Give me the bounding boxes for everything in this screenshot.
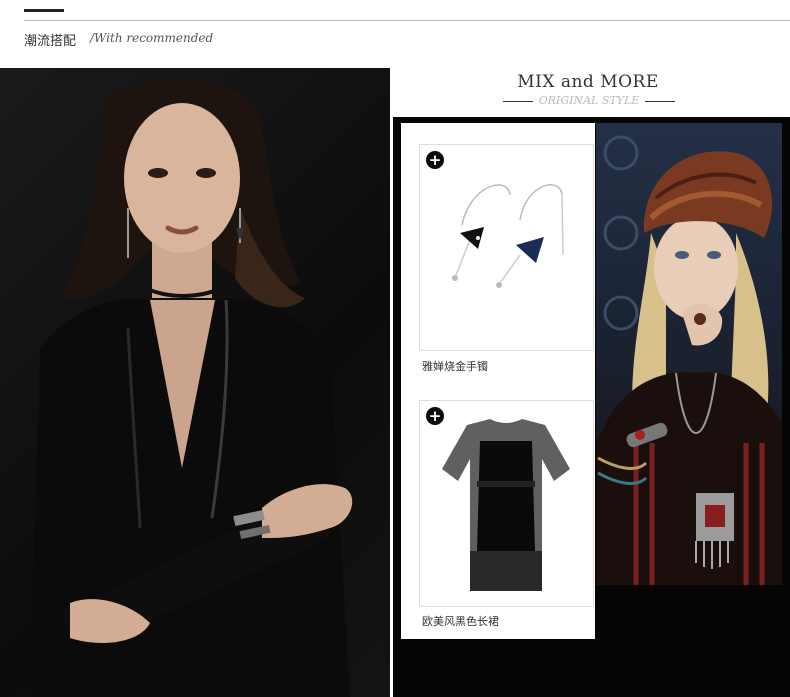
product-label-earrings[interactable]: 雅婵烧金手镯 bbox=[422, 358, 488, 374]
earrings-image bbox=[452, 184, 564, 288]
product-card-earrings[interactable]: + bbox=[419, 144, 594, 351]
subtitle-text: ORIGINAL STYLE bbox=[538, 94, 640, 107]
collection-title: MIX and MORE bbox=[517, 72, 659, 92]
dress-image bbox=[442, 419, 570, 591]
model-photo-right bbox=[596, 123, 782, 585]
header-accent-bar bbox=[24, 9, 64, 12]
model-illustration bbox=[30, 80, 353, 697]
section-title-en: /With recommended bbox=[90, 31, 214, 45]
subtitle-rule-left bbox=[503, 101, 533, 102]
collection-subtitle: ORIGINAL STYLE bbox=[503, 93, 675, 109]
section-title-cn: 潮流搭配 bbox=[24, 34, 77, 49]
header-divider bbox=[24, 20, 790, 21]
product-label-dress[interactable]: 欧美风黑色长裙 bbox=[422, 613, 499, 629]
model-illustration-right bbox=[596, 135, 782, 585]
subtitle-rule-right bbox=[645, 101, 675, 102]
product-card-dress[interactable]: + bbox=[419, 400, 594, 607]
model-photo-left bbox=[0, 68, 390, 697]
